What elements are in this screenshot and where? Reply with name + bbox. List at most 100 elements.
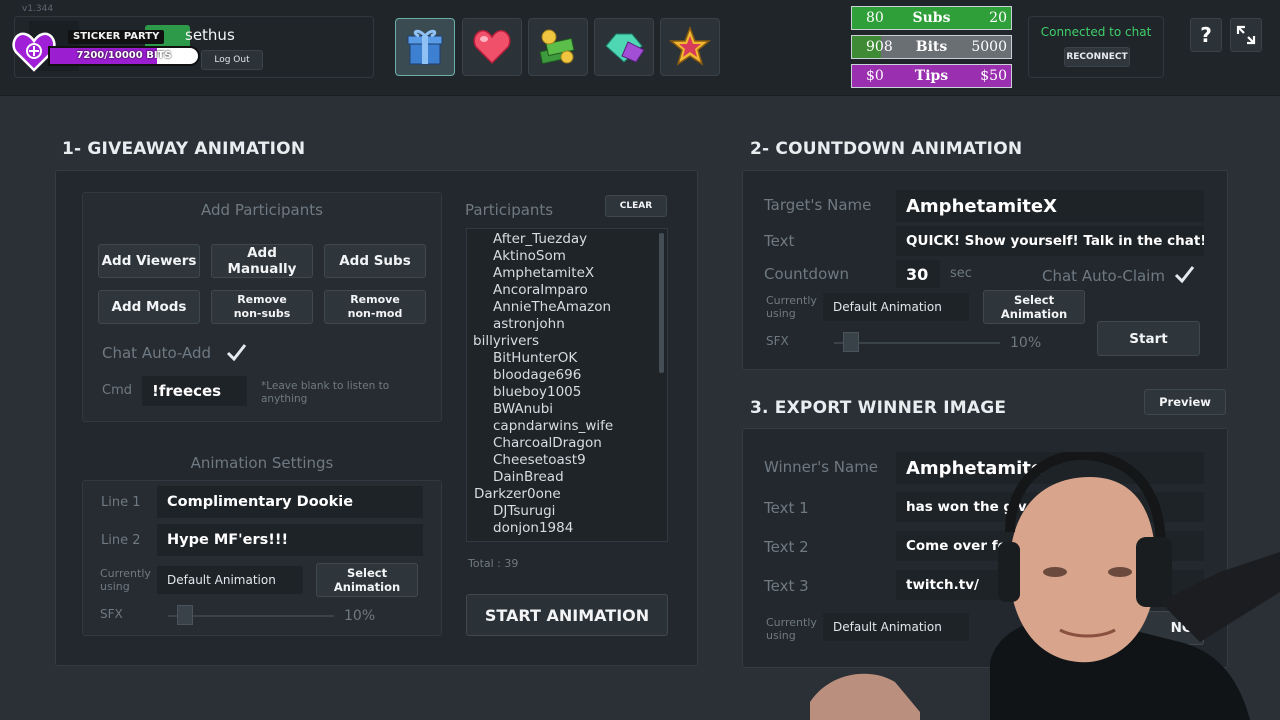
giveaway-section-title: 1- GIVEAWAY ANIMATION [62,139,306,159]
preview-button[interactable]: Preview [1144,389,1226,415]
select-animation-button[interactable]: Select Animation [316,563,418,597]
countdown-sfx-slider-track[interactable] [834,342,1000,344]
participant-item[interactable]: blueboy1005 [467,384,613,401]
participants-title: Participants [465,201,554,219]
help-button[interactable]: ? [1190,18,1222,52]
countdown-sfx-value: 10% [1010,335,1042,351]
gift-icon [407,29,443,65]
help-icon: ? [1200,23,1212,47]
current-animation-display: Default Animation [157,566,303,594]
participant-item[interactable]: After_Tuezday [467,231,613,248]
cmd-label: Cmd [102,383,132,398]
participant-item[interactable]: astronjohn [467,316,613,333]
gift-tool-button[interactable] [395,18,455,76]
sfx-slider-track[interactable] [168,615,334,617]
participant-item[interactable]: AncoraImparo [467,282,613,299]
chat-auto-claim-label: Chat Auto-Claim [1042,267,1165,285]
subs-goal-target: 20 [989,10,1007,26]
countdown-unit: sec [950,266,972,281]
participants-items: After_Tuezday AktinoSom AmphetamiteX Ancora… [467,231,613,537]
fullscreen-icon [1236,25,1256,45]
star-tool-button[interactable] [660,18,720,76]
currently-using-label: Currently using [100,567,151,593]
version-label: v1.344 [22,4,54,14]
countdown-sfx-label: SFX [766,334,789,348]
add-manually-button[interactable]: Add Manually [211,244,313,278]
participant-item[interactable]: bloodage696 [467,367,613,384]
heart-tool-button[interactable] [462,18,522,76]
participant-item[interactable]: AktinoSom [467,248,613,265]
target-name-input[interactable]: AmphetamiteX [896,190,1204,222]
sticker-party-title: STICKER PARTY [68,30,165,44]
chat-connection-panel: Connected to chat RECONNECT [1028,16,1164,78]
countdown-start-button[interactable]: Start [1097,321,1200,356]
cmd-hint: *Leave blank to listen to anything [261,380,390,405]
chat-auto-add-checkbox[interactable] [225,341,247,363]
participant-item[interactable]: billyrivers [467,333,613,350]
countdown-duration-label: Countdown [764,265,850,283]
fullscreen-button[interactable] [1230,18,1262,52]
animation-settings-title: Animation Settings [190,454,334,472]
cmd-input[interactable]: !freeces [142,376,247,406]
participant-item[interactable]: BitHunterOK [467,350,613,367]
participant-item[interactable]: donjon1984 [467,520,613,537]
reconnect-button[interactable]: RECONNECT [1064,47,1130,67]
sfx-slider-handle[interactable] [176,605,193,625]
add-mods-button[interactable]: Add Mods [98,290,200,324]
bits-goal-target: 5000 [971,39,1007,55]
countdown-select-animation-button[interactable]: Select Animation [983,290,1085,324]
participant-item[interactable]: BWAnubi [467,401,613,418]
subs-goal-bar: 80 Subs 20 [851,6,1012,30]
countdown-text-input[interactable]: QUICK! Show yourself! Talk in the chat! [896,226,1204,256]
participant-item[interactable]: CharcoalDragon [467,435,613,452]
logout-button[interactable]: Log Out [201,50,263,70]
line2-input[interactable]: Hype MF'ers!!! [157,524,423,556]
money-tool-button[interactable] [528,18,588,76]
subs-goal-label: Subs [912,10,951,26]
countdown-text-label: Text [764,232,795,250]
export-section-title: 3. EXPORT WINNER IMAGE [750,398,1007,418]
countdown-sfx-slider-handle[interactable] [842,332,859,352]
line2-label: Line 2 [101,533,141,548]
participants-list[interactable]: After_Tuezday AktinoSom AmphetamiteX Ancora… [466,228,668,542]
top-bar: v1.344 sethus Log Out STICKER PARTY 7200… [0,0,1280,96]
countdown-current-animation: Default Animation [823,293,969,321]
username: sethus [185,26,235,44]
heart-icon [473,30,511,65]
participant-item[interactable]: DainBread [467,469,613,486]
countdown-seconds-input[interactable]: 30 [896,260,940,288]
sfx-value: 10% [344,608,376,624]
tips-goal-target: $50 [980,68,1007,84]
participants-total: Total : 39 [468,557,519,570]
participant-item[interactable]: DJTsurugi [467,503,613,520]
streamer-webcam-overlay [810,452,1280,720]
gem-icon [605,33,645,63]
sfx-label: SFX [100,607,123,621]
participant-item[interactable]: capndarwins_wife [467,418,613,435]
line1-input[interactable]: Complimentary Dookie [157,486,423,518]
add-participants-title: Add Participants [201,201,323,219]
participants-scrollbar[interactable] [659,233,664,373]
countdown-currently-using-label: Currently using [766,294,817,320]
bits-goal-bar: 908 Bits 5000 [851,35,1012,59]
chat-auto-claim-checkbox[interactable] [1173,263,1195,285]
add-subs-button[interactable]: Add Subs [324,244,426,278]
remove-nonsubs-button[interactable]: Remove non-subs [211,290,313,324]
participant-item[interactable]: AmphetamiteX [467,265,613,282]
gem-tool-button[interactable] [594,18,654,76]
add-viewers-button[interactable]: Add Viewers [98,244,200,278]
star-badge-icon [668,25,712,66]
countdown-section-title: 2- COUNTDOWN ANIMATION [750,139,1023,159]
sticker-party-progress: 7200/10000 BITS [48,46,200,66]
chat-auto-add-label: Chat Auto-Add [102,344,212,362]
participant-item[interactable]: AnnieTheAmazon [467,299,613,316]
line1-label: Line 1 [101,495,141,510]
tips-goal-bar: $0 Tips $50 [851,64,1012,88]
target-name-label: Target's Name [764,196,872,214]
clear-participants-button[interactable]: CLEAR [605,195,667,217]
sticker-party-widget: STICKER PARTY 7200/10000 BITS [12,30,200,72]
remove-nonmod-button[interactable]: Remove non-mod [324,290,426,324]
participant-item[interactable]: Cheesetoast9 [467,452,613,469]
participant-item[interactable]: Darkzer0one [467,486,613,503]
start-animation-button[interactable]: START ANIMATION [466,594,668,636]
